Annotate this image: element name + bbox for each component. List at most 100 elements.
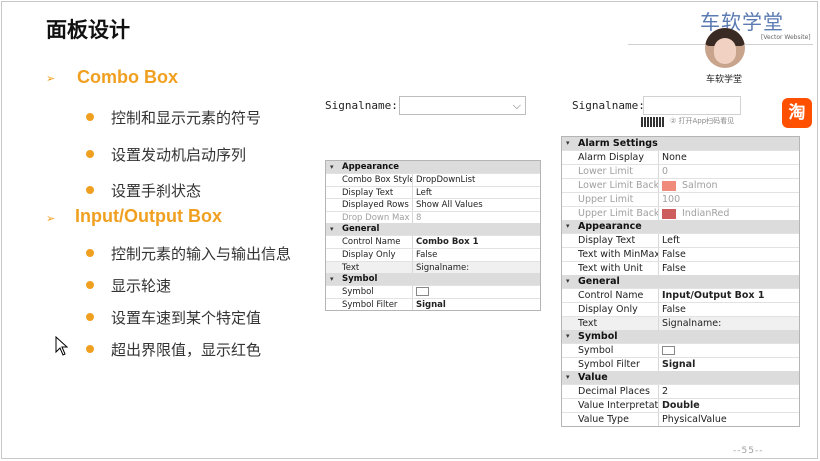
property-row[interactable]: Symbol Filter Signal: [562, 357, 799, 371]
property-value[interactable]: Signal: [659, 358, 799, 371]
property-row[interactable]: Value Type PhysicalValue: [562, 412, 799, 426]
property-section-header[interactable]: ▾ Symbol: [562, 330, 799, 343]
property-value[interactable]: 0: [659, 165, 799, 178]
property-value[interactable]: Left: [659, 234, 799, 247]
property-value[interactable]: Signalname:: [659, 317, 799, 330]
io-box-field[interactable]: [643, 96, 741, 115]
collapse-triangle-icon[interactable]: ▾: [566, 330, 570, 343]
property-row[interactable]: Display Text Left: [562, 233, 799, 247]
property-row[interactable]: Display Only False: [562, 302, 799, 316]
collapse-triangle-icon[interactable]: ▾: [566, 220, 570, 233]
property-section-header[interactable]: ▾ General: [562, 275, 799, 288]
property-row[interactable]: Upper Limit Backgro IndianRed: [562, 206, 799, 220]
property-section-header[interactable]: ▾ Appearance: [326, 161, 540, 173]
section-name: Appearance: [578, 221, 642, 232]
property-key: Display Text: [562, 234, 659, 247]
collapse-triangle-icon[interactable]: ▾: [566, 275, 570, 288]
property-value[interactable]: 100: [659, 193, 799, 206]
property-value-text: Input/Output Box 1: [662, 290, 765, 301]
property-row[interactable]: Text Signalname:: [562, 316, 799, 330]
property-value-text: None: [662, 152, 687, 163]
combo-box-dropdown[interactable]: ⌵: [399, 96, 526, 115]
property-key: Text with Unit: [562, 262, 659, 275]
section-heading-io-box: Input/Output Box: [75, 206, 222, 226]
property-row[interactable]: Display Only False: [326, 247, 540, 261]
chevron-down-icon[interactable]: ⌵: [513, 99, 521, 113]
collapse-triangle-icon[interactable]: ▾: [330, 223, 334, 235]
collapse-triangle-icon[interactable]: ▾: [566, 371, 570, 384]
property-value[interactable]: None: [659, 151, 799, 164]
section-name: Appearance: [342, 162, 400, 172]
property-row[interactable]: Displayed Rows Show All Values: [326, 198, 540, 211]
symbol-checkbox[interactable]: [662, 346, 675, 355]
property-value[interactable]: False: [413, 249, 540, 261]
property-value[interactable]: False: [659, 262, 799, 275]
property-key: Value Type: [562, 413, 659, 426]
property-row[interactable]: Upper Limit 100: [562, 192, 799, 206]
property-value-text: False: [662, 304, 686, 315]
property-key: Text: [562, 317, 659, 330]
property-key: Symbol: [326, 286, 413, 298]
property-value[interactable]: 2: [659, 385, 799, 398]
property-row[interactable]: Lower Limit Backgro Salmon: [562, 178, 799, 192]
property-value[interactable]: Signal: [413, 299, 540, 311]
property-section-header[interactable]: ▾ Value: [562, 371, 799, 384]
property-value[interactable]: Left: [413, 187, 540, 199]
property-value[interactable]: False: [659, 303, 799, 316]
combo-signal-label: Signalname:: [325, 99, 398, 112]
property-section-header[interactable]: ▾ General: [326, 223, 540, 236]
property-value[interactable]: Signalname:: [413, 262, 540, 274]
io-signal-label: Signalname:: [572, 99, 645, 112]
property-row[interactable]: Combo Box Style DropDownList: [326, 173, 540, 186]
property-value-text: PhysicalValue: [662, 414, 727, 425]
section-name: Symbol: [578, 331, 618, 342]
property-row[interactable]: Drop Down Max Iter8: [326, 210, 540, 224]
bullet-dot-icon: [86, 150, 94, 158]
property-section-header[interactable]: ▾ Symbol: [326, 273, 540, 286]
io-box-property-grid: ▾ Alarm Settings Alarm Display None Lower Li…: [561, 136, 800, 427]
property-key: Control Name: [326, 236, 413, 248]
collapse-triangle-icon[interactable]: ▾: [566, 137, 570, 150]
property-row[interactable]: Symbol: [562, 343, 799, 357]
property-value[interactable]: [413, 286, 540, 298]
property-value-text: Signal: [662, 359, 696, 370]
property-value[interactable]: Salmon: [659, 179, 799, 192]
property-value[interactable]: Show All Values: [413, 199, 540, 211]
property-value[interactable]: [659, 344, 799, 357]
property-key: Symbol: [562, 344, 659, 357]
property-key: Lower Limit Backgro: [562, 179, 659, 192]
collapse-triangle-icon[interactable]: ▾: [330, 161, 334, 173]
property-value[interactable]: False: [659, 248, 799, 261]
property-row[interactable]: Display Text Left: [326, 185, 540, 199]
property-row[interactable]: Text Signalname:: [326, 260, 540, 274]
collapse-triangle-icon[interactable]: ▾: [330, 273, 334, 285]
property-row[interactable]: Alarm Display None: [562, 150, 799, 164]
property-row[interactable]: Control Name Input/Output Box 1: [562, 288, 799, 302]
property-row[interactable]: Symbol: [326, 285, 540, 298]
property-row[interactable]: Text with Unit False: [562, 261, 799, 275]
property-value[interactable]: Double: [659, 399, 799, 412]
property-value-text: False: [416, 249, 438, 260]
property-row[interactable]: Symbol Filter Signal: [326, 297, 540, 311]
property-key: Display Only: [562, 303, 659, 316]
property-value[interactable]: Input/Output Box 1: [659, 289, 799, 302]
property-row[interactable]: Control Name Combo Box 1: [326, 235, 540, 248]
property-value-text: 8: [416, 212, 422, 223]
property-section-header[interactable]: ▾ Appearance: [562, 220, 799, 233]
property-key: Value Interpretation: [562, 399, 659, 412]
property-row[interactable]: Value InterpretationDouble: [562, 398, 799, 412]
property-value-text: 100: [662, 194, 681, 205]
property-section-header[interactable]: ▾ Alarm Settings: [562, 137, 799, 150]
property-value[interactable]: PhysicalValue: [659, 413, 799, 426]
property-row[interactable]: Text with MinMax VaFalse: [562, 247, 799, 261]
property-value[interactable]: 8: [413, 212, 540, 224]
property-value[interactable]: Combo Box 1: [413, 236, 540, 248]
property-key: Combo Box Style: [326, 174, 413, 186]
property-row[interactable]: Decimal Places 2: [562, 384, 799, 398]
property-value[interactable]: IndianRed: [659, 207, 799, 220]
property-key: Decimal Places: [562, 385, 659, 398]
property-value[interactable]: DropDownList: [413, 174, 540, 186]
symbol-checkbox[interactable]: [416, 287, 429, 297]
property-row[interactable]: Lower Limit 0: [562, 164, 799, 178]
bullet-text: 显示轮速: [111, 277, 172, 295]
